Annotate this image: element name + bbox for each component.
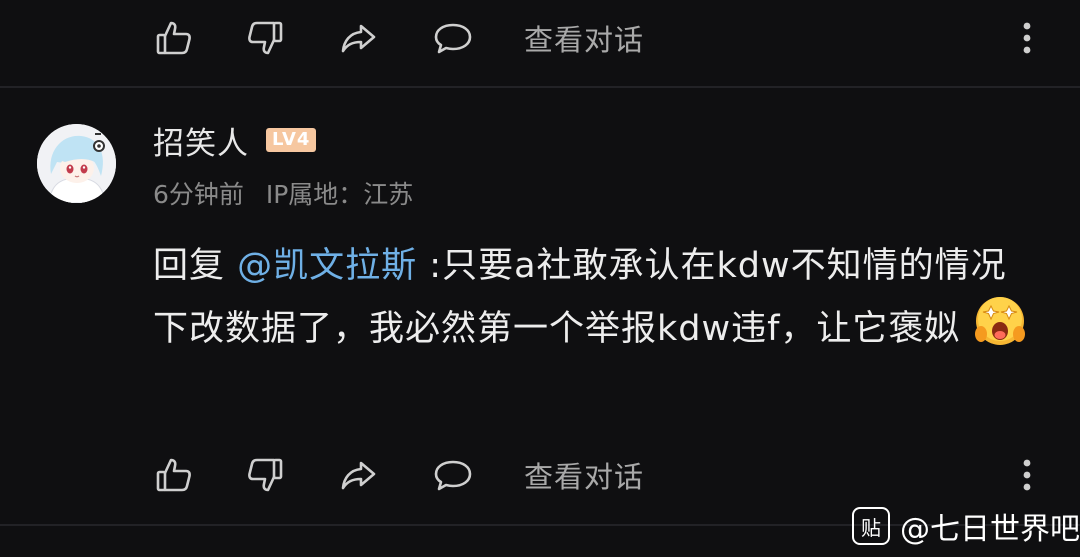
more-options-button[interactable] <box>1010 437 1044 513</box>
action-bar-bottom: 查看对话 <box>0 437 1080 513</box>
like-button[interactable] <box>152 437 196 513</box>
comment-content: 回复 @凯文拉斯 :只要a社敢承认在kdw不知情的情况下改数据了，我必然第一个举… <box>153 238 1033 357</box>
comment-bubble-icon <box>434 23 472 54</box>
more-vertical-icon <box>1023 22 1031 54</box>
ip-location: IP属地：江苏 <box>265 180 414 209</box>
comment-time: 6分钟前 <box>153 180 244 209</box>
tieba-logo-icon: 贴 <box>852 507 890 545</box>
mention-link[interactable]: @凯文拉斯 <box>237 246 417 286</box>
action-bar-top: 查看对话 <box>0 0 1080 76</box>
thumbs-up-icon <box>156 458 191 492</box>
more-options-button[interactable] <box>1010 0 1044 76</box>
comment-meta: 6分钟前 IP属地：江苏 <box>153 175 427 211</box>
view-conversation-link[interactable]: 查看对话 <box>524 437 644 513</box>
share-icon <box>341 461 376 490</box>
dislike-button[interactable] <box>243 0 287 76</box>
watermark-text: @七日世界吧 <box>900 512 1080 547</box>
more-vertical-icon <box>1023 459 1031 491</box>
reply-button[interactable] <box>430 437 476 513</box>
star-struck-emoji <box>973 294 1027 348</box>
view-conversation-link[interactable]: 查看对话 <box>524 0 644 76</box>
like-button[interactable] <box>152 0 196 76</box>
level-badge: LV4 <box>266 128 317 152</box>
avatar[interactable] <box>37 124 116 203</box>
thumbs-down-icon <box>248 458 283 492</box>
reply-prefix: 回复 <box>153 246 238 286</box>
thumbs-down-icon <box>248 21 283 55</box>
watermark: 贴 @七日世界吧 <box>852 505 1080 547</box>
divider <box>0 86 1080 88</box>
dislike-button[interactable] <box>243 437 287 513</box>
share-icon <box>341 24 376 53</box>
username[interactable]: 招笑人 <box>153 118 249 163</box>
comment-bubble-icon <box>434 460 472 491</box>
reply-button[interactable] <box>430 0 476 76</box>
thumbs-up-icon <box>156 21 191 55</box>
share-button[interactable] <box>336 0 382 76</box>
share-button[interactable] <box>336 437 382 513</box>
